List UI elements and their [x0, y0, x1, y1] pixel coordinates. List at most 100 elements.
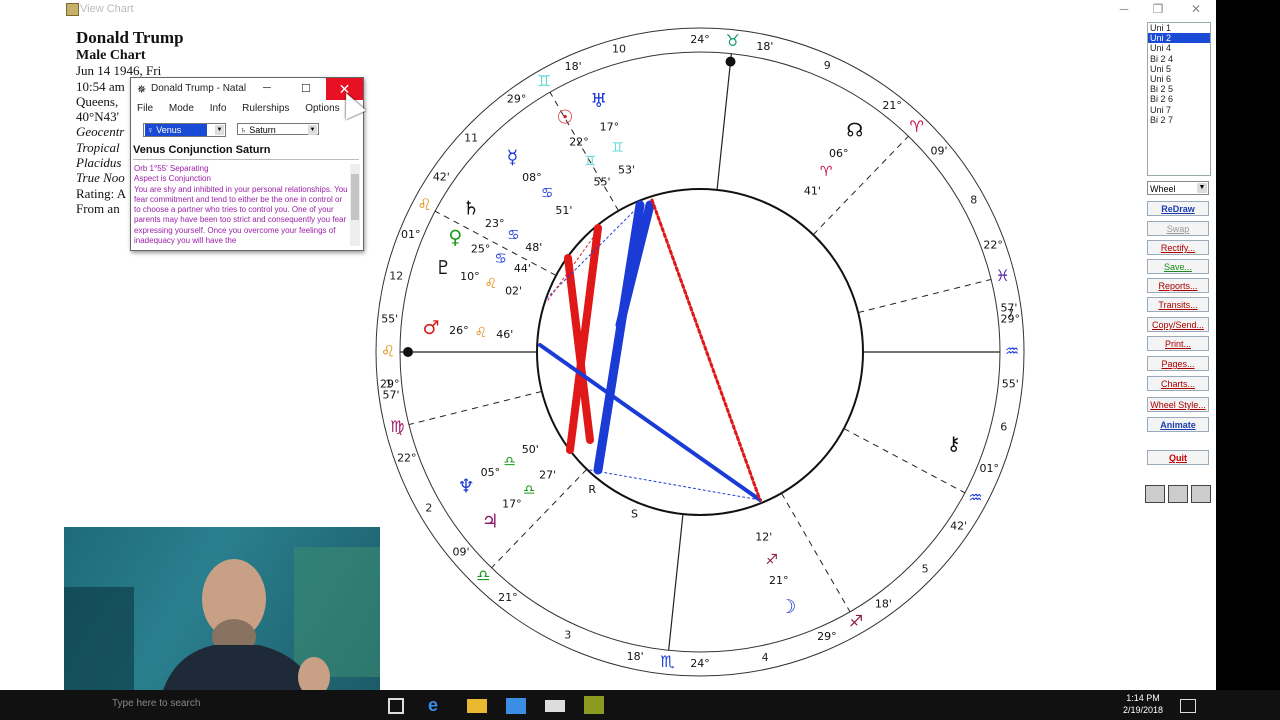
rectify-button[interactable]: Rectify...: [1147, 240, 1209, 255]
planet-glyph-icon: ♀: [448, 226, 462, 248]
chart-list-item[interactable]: Bi 2 7: [1148, 115, 1210, 125]
chevron-down-icon[interactable]: ▼: [1197, 183, 1207, 193]
planet-minute: 02': [505, 284, 522, 297]
menu-mode[interactable]: Mode: [169, 103, 194, 114]
charts-button[interactable]: Charts...: [1147, 376, 1209, 391]
edge-icon[interactable]: e: [428, 695, 448, 715]
planet-glyph-icon: ♅: [590, 90, 607, 112]
planet-degree: 25°: [471, 243, 491, 256]
cusp-sign-icon: ♓: [996, 266, 1010, 285]
cusp-sign-icon: ♎: [476, 566, 490, 585]
scroll-thumb[interactable]: [351, 174, 359, 220]
cusp-sign-icon: ♈: [910, 117, 924, 136]
planet-glyph-icon: ☽: [779, 596, 796, 618]
chart-list[interactable]: Uni 1 Uni 2 Uni 4 Bi 2 4 Uni 5 Uni 6 Bi 2 5 Bi …: [1147, 22, 1211, 176]
mail-icon[interactable]: [545, 700, 565, 712]
house-number: 5: [922, 562, 929, 575]
chart-list-item[interactable]: Uni 7: [1148, 105, 1210, 115]
chart-list-item[interactable]: Bi 2 4: [1148, 54, 1210, 64]
search-box[interactable]: Type here to search: [112, 698, 352, 718]
cusp-minute: 18': [627, 650, 644, 663]
cusp-degree: 22°: [983, 238, 1003, 251]
wheel-style-select[interactable]: Wheel ▼: [1147, 181, 1209, 195]
menu-file[interactable]: File: [137, 103, 153, 114]
cusp-degree: 21°: [882, 99, 902, 112]
planet-glyph-icon: ☊: [846, 119, 863, 141]
notification-icon[interactable]: [1180, 699, 1196, 713]
chart-list-item[interactable]: Bi 2 6: [1148, 94, 1210, 104]
planet-sign-icon: ♌: [484, 276, 497, 292]
task-view-icon[interactable]: [388, 698, 404, 714]
save-button[interactable]: Save...: [1147, 259, 1209, 274]
chart-list-item[interactable]: Uni 4: [1148, 43, 1210, 53]
house-number: 11: [464, 132, 478, 145]
popup-maximize-icon[interactable]: ☐: [301, 82, 311, 95]
menu-options[interactable]: Options: [305, 103, 339, 114]
aspect-heading: Venus Conjunction Saturn: [133, 144, 271, 156]
house-number: 2: [425, 502, 432, 515]
pages-button[interactable]: Pages...: [1147, 356, 1209, 371]
axis-arrow-icon: [403, 347, 413, 357]
planet-degree: 26°: [449, 324, 469, 337]
house-number: 12: [389, 269, 403, 282]
cusp-sign-icon: ♊: [537, 71, 551, 90]
menu-info[interactable]: Info: [210, 103, 227, 114]
house-number: 3: [564, 629, 571, 642]
chart-list-item[interactable]: Uni 2: [1148, 33, 1210, 44]
house-cusp-line: [668, 514, 684, 651]
cusp-degree: 22°: [397, 452, 417, 465]
chart-list-item[interactable]: Uni 1: [1148, 23, 1210, 33]
planet-minute: 48': [525, 241, 542, 254]
planet2-select[interactable]: ♄ Saturn ▼: [237, 123, 319, 135]
chart-list-item[interactable]: Uni 5: [1148, 64, 1210, 74]
planet1-select[interactable]: ♀ Venus ▼: [143, 123, 226, 137]
planet-minute: 44': [514, 262, 531, 275]
restore-icon[interactable]: ❐: [1148, 2, 1168, 16]
planet-sign-icon: ♋: [494, 251, 507, 267]
swap-button[interactable]: Swap: [1147, 221, 1209, 236]
cusp-sign-icon: ♍: [390, 417, 404, 436]
cusp-minute: 18': [565, 60, 582, 73]
planet-minute: 53': [618, 163, 635, 176]
popup-title: Donald Trump - Natal: [151, 83, 247, 94]
aspect-description: Orb 1°55' Separating Aspect is Conjuncti…: [134, 164, 348, 246]
planet-degree: 08°: [522, 171, 542, 184]
chevron-down-icon[interactable]: ▼: [308, 125, 317, 135]
close-icon[interactable]: ✕: [1186, 2, 1206, 16]
monitor-icon[interactable]: [1145, 485, 1165, 503]
animate-button[interactable]: Animate: [1147, 417, 1209, 432]
menu-rulerships[interactable]: Rulerships: [242, 103, 289, 114]
planet-sign-icon: ♎: [523, 482, 536, 498]
popup-scrollbar[interactable]: [350, 164, 360, 246]
wheel-style-button[interactable]: Wheel Style...: [1147, 397, 1209, 412]
transits-button[interactable]: Transits...: [1147, 297, 1209, 312]
chart-list-item[interactable]: Uni 6: [1148, 74, 1210, 84]
quit-button[interactable]: Quit: [1147, 450, 1209, 465]
star-icon: ✵: [137, 84, 147, 96]
house-number: 4: [762, 651, 769, 664]
store-icon[interactable]: [506, 698, 526, 714]
printer-icon[interactable]: [1168, 485, 1188, 503]
astrology-app-icon[interactable]: [584, 696, 604, 714]
redraw-button[interactable]: ReDraw: [1147, 201, 1209, 216]
axis-arrow-icon: [725, 56, 736, 67]
print-button[interactable]: Print...: [1147, 336, 1209, 351]
export-icon[interactable]: [1191, 485, 1211, 503]
planet1-value: ♀ Venus: [145, 124, 207, 136]
house-cusp-line: [858, 278, 992, 314]
taskbar-clock[interactable]: 1:14 PM 2/19/2018: [1118, 692, 1168, 716]
planet-glyph-icon: ♃: [482, 510, 499, 532]
copy-send-button[interactable]: Copy/Send...: [1147, 317, 1209, 332]
popup-minimize-icon[interactable]: ─: [263, 82, 271, 94]
folder-icon[interactable]: [467, 699, 487, 713]
planet-minute: 46': [496, 328, 513, 341]
reports-button[interactable]: Reports...: [1147, 278, 1209, 293]
tool-icons: [1145, 485, 1214, 508]
chevron-down-icon[interactable]: ▼: [215, 125, 224, 135]
planet-sign-icon: ♊: [584, 153, 597, 169]
chart-list-item[interactable]: Bi 2 5: [1148, 84, 1210, 94]
aspect-popup-window: ✵ Donald Trump - Natal ─ ☐ ✕ File Mode I…: [130, 77, 364, 251]
house-cusp-line: [812, 135, 909, 236]
planet-degree: 17°: [600, 121, 620, 134]
planet-glyph-icon: ☉: [556, 107, 573, 129]
